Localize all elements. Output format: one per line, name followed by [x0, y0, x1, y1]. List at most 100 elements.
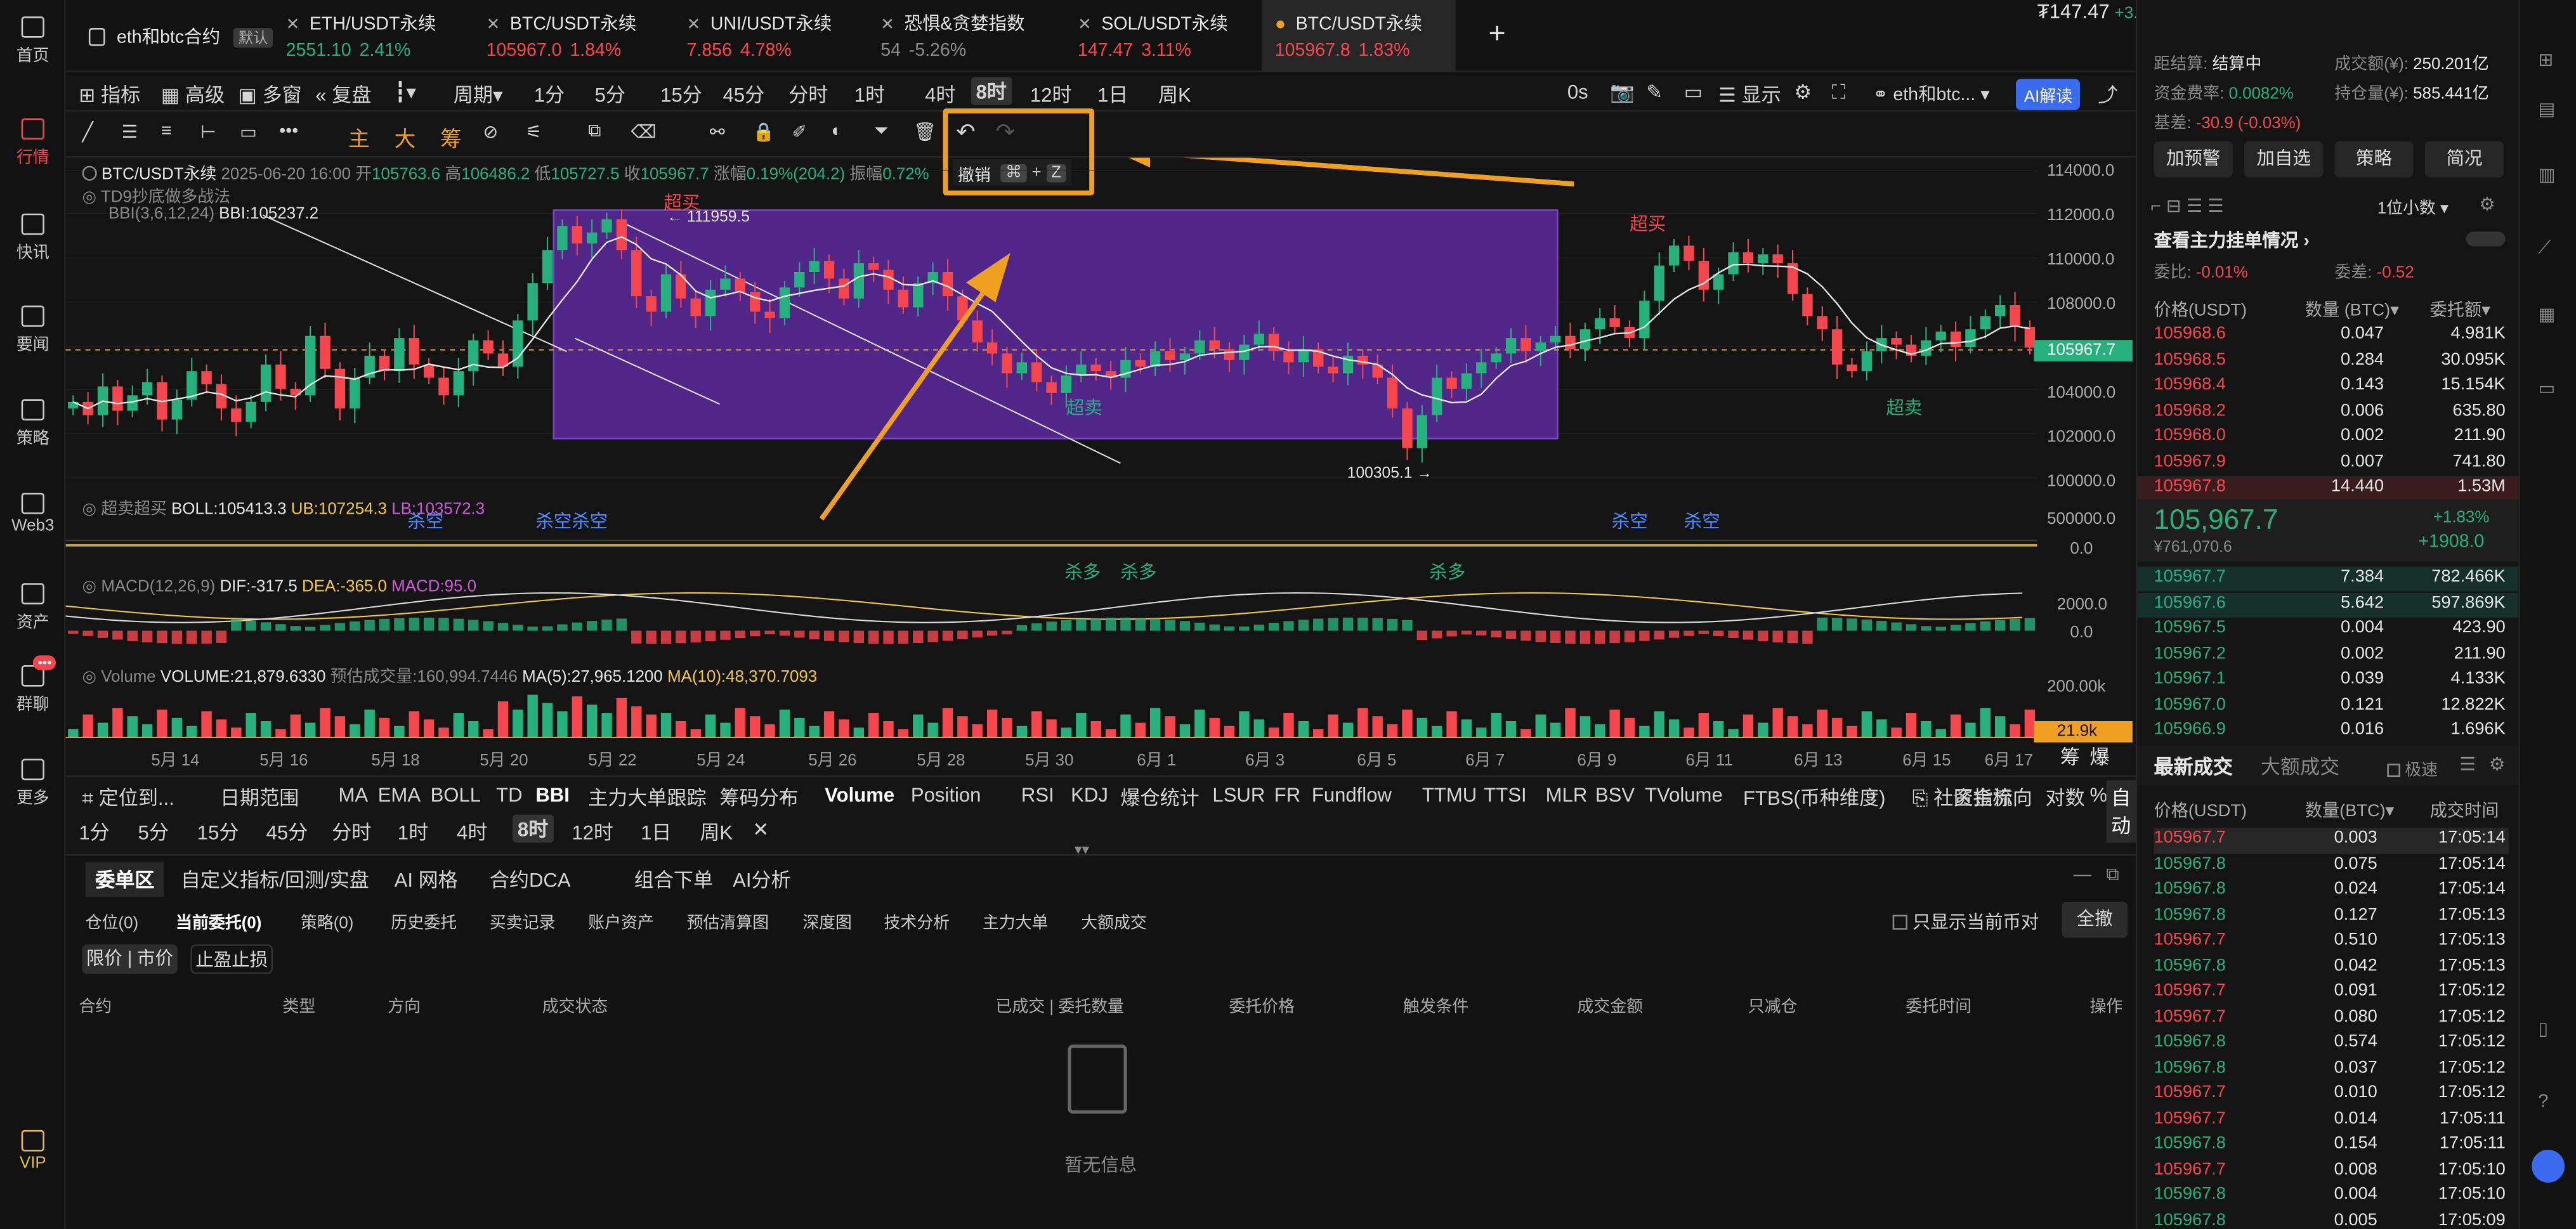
indicator-EMA[interactable]: EMA — [378, 783, 421, 806]
tab-latest-trades[interactable]: 最新成交 — [2154, 752, 2232, 780]
big-order-toggle[interactable]: 大 — [395, 122, 416, 153]
ask-row[interactable]: 105968.4 0.143 15.154K — [2154, 375, 2508, 400]
bottom-subtab-4[interactable]: 买卖记录 — [490, 908, 556, 933]
trades-settings-icon[interactable]: ⚙ — [2489, 754, 2506, 775]
close-icon[interactable]: ✕ — [286, 16, 300, 34]
bottom-subtab-8[interactable]: 技术分析 — [884, 908, 950, 933]
bottom-subtab-9[interactable]: 主力大单 — [983, 908, 1049, 933]
add-tab-button[interactable]: + — [1489, 16, 1506, 51]
cancel-all-button[interactable]: 全撤 — [2062, 901, 2128, 938]
tab-symbol-4[interactable]: ✕ 恐惧&贪婪指数 54 -5.26% — [868, 0, 1062, 72]
right-button-1[interactable]: 加自选 — [2244, 141, 2324, 178]
period2-5[interactable]: 1时 — [398, 818, 428, 846]
card-icon[interactable]: ▭ — [2539, 378, 2556, 399]
indicator-主力大单跟踪[interactable]: 主力大单跟踪 — [588, 783, 707, 811]
grid-icon[interactable]: ⊞ — [2539, 49, 2554, 70]
bottom-subtab-7[interactable]: 深度图 — [802, 908, 852, 933]
rect-tool-icon[interactable]: ▭ — [240, 122, 257, 143]
bid-row[interactable]: 105967.5 0.004 423.90 — [2154, 618, 2508, 643]
bid-row[interactable]: 105967.1 0.039 4.133K — [2154, 668, 2508, 694]
period-9[interactable]: 1日 — [1097, 81, 1128, 108]
period2-10[interactable]: 周K — [700, 818, 733, 846]
nav-chat[interactable]: 群聊 ••• — [0, 655, 66, 715]
period2-close-icon[interactable]: ✕ — [752, 818, 769, 841]
fast-mode-toggle[interactable]: 极速 — [2387, 755, 2438, 780]
minimize-icon[interactable]: — — [2074, 866, 2091, 885]
ob-settings-icon[interactable]: ⚙ — [2479, 194, 2495, 215]
ray-tool-icon[interactable]: ⊢ — [200, 122, 216, 143]
tab-large-trades[interactable]: 大额成交 — [2261, 752, 2339, 780]
tab-symbol-3[interactable]: ✕ UNI/USDT永续 7.856 4.78% — [674, 0, 868, 72]
ai-interpret-button[interactable]: AI解读 — [2015, 79, 2081, 110]
period2-3[interactable]: 45分 — [266, 818, 308, 846]
bottom-subtab-0[interactable]: 仓位(0) — [86, 908, 138, 933]
channel-tool-icon[interactable]: ≡ — [161, 122, 172, 141]
panel-icon[interactable]: ▥ — [2539, 164, 2556, 186]
nav-news[interactable]: 要闻 — [0, 305, 66, 354]
price-axis[interactable]: 114000.0112000.0110000.0108000.0106000.0… — [2037, 158, 2136, 772]
indicator2-12[interactable]: TVolume — [1645, 783, 1723, 806]
indicator-TD[interactable]: TD — [496, 783, 522, 806]
main-orders-link[interactable]: 查看主力挂单情况 › — [2154, 226, 2309, 252]
nav-web3[interactable]: Web3 — [0, 493, 66, 535]
nav-home[interactable]: 首页 — [0, 16, 66, 66]
bid-row[interactable]: 105967.2 0.002 211.90 — [2154, 643, 2508, 668]
period2-4[interactable]: 分时 — [332, 818, 371, 846]
period-4[interactable]: 分时 — [788, 81, 828, 108]
period2-7[interactable]: 8时 — [513, 814, 554, 843]
fullscreen-icon[interactable]: ⛶ — [1832, 81, 1846, 105]
nav-market-chart[interactable]: 行情 — [0, 118, 66, 167]
ask-row[interactable]: 105968.2 0.006 635.80 — [2154, 400, 2508, 426]
indicator2-8[interactable]: TTMU — [1422, 783, 1477, 806]
indicator2-scroll-right[interactable]: › — [1869, 783, 1876, 806]
calc-icon[interactable]: ▦ — [2539, 304, 2556, 325]
bottom-subtab-5[interactable]: 账户资产 — [588, 908, 654, 933]
bottom-subtab-6[interactable]: 预估清算图 — [687, 908, 769, 933]
trades-list-icon[interactable]: ☰ — [2459, 754, 2476, 775]
date-range-button[interactable]: 日期范围 — [220, 783, 299, 811]
indicator2-11[interactable]: BSV — [1595, 783, 1635, 806]
tab-symbol-1[interactable]: ✕ ETH/USDT永续 2551.10 2.41% — [273, 0, 467, 72]
camera-icon[interactable]: 📷 — [1610, 81, 1635, 103]
ruler-icon[interactable]: ⚟ — [526, 122, 542, 143]
indicator-scroll-right[interactable]: › — [782, 783, 788, 806]
close-icon[interactable]: ✕ — [687, 16, 701, 34]
main-indicator-toggle[interactable]: 主 — [348, 122, 370, 153]
book-icon[interactable]: ▯ — [2539, 1018, 2549, 1039]
ask-row[interactable]: 105968.5 0.284 30.095K — [2154, 349, 2508, 374]
bottom-subtab-2[interactable]: 策略(0) — [301, 908, 353, 933]
period2-6[interactable]: 4时 — [457, 818, 487, 846]
period-8[interactable]: 12时 — [1030, 81, 1072, 108]
bottom-tab-4[interactable]: 组合下单 — [634, 866, 713, 894]
bottom-tab-5[interactable]: AI分析 — [733, 866, 791, 894]
limit-market-tab[interactable]: 限价 | 市价 — [82, 944, 178, 974]
decimals-dropdown[interactable]: 1位小数 ▾ — [2377, 194, 2449, 218]
right-button-0[interactable]: 加预警 — [2154, 141, 2233, 178]
ob-col-qty[interactable]: 数量 (BTC)▾ — [2305, 297, 2399, 322]
bottom-tab-1[interactable]: 自定义指标/回测/实盘 — [181, 866, 369, 894]
bid-row[interactable]: 105967.7 7.384 782.466K — [2137, 566, 2521, 592]
period-dropdown[interactable]: 周期▾ — [454, 81, 503, 108]
indicator2-3[interactable]: KDJ — [1071, 783, 1108, 806]
trash-icon[interactable]: 🗑 — [913, 122, 936, 143]
advanced-button[interactable]: ▦ 高级 — [161, 81, 225, 108]
ob-view-icons[interactable]: ⌐ ⊟ ☰ ☰ — [2150, 195, 2223, 217]
node-icon[interactable]: ⚯ — [710, 122, 725, 143]
ask-row[interactable]: 105967.8 14.440 1.53M — [2137, 476, 2521, 502]
lock-icon[interactable]: 🔒 — [752, 122, 775, 143]
community-indicator-button[interactable]: ⎘ 社区指标 — [1912, 783, 2013, 811]
bottom-subtab-10[interactable]: 大额成交 — [1081, 908, 1147, 933]
indicator2-4[interactable]: 爆仓统计 — [1120, 783, 1199, 811]
nav-grid-more[interactable]: 更多 — [0, 758, 66, 808]
close-icon[interactable]: ✕ — [1078, 16, 1092, 34]
bottom-subtab-3[interactable]: 历史委托 — [391, 908, 457, 933]
indicator2-13[interactable]: FTBS(币种维度) — [1743, 783, 1885, 811]
chart-type-button[interactable]: ┇▾ — [395, 81, 416, 103]
indicator2-7[interactable]: Fundflow — [1312, 783, 1392, 806]
period-6[interactable]: 4时 — [925, 81, 955, 108]
period2-8[interactable]: 12时 — [572, 818, 613, 846]
percent-toggle[interactable]: % — [2089, 783, 2107, 806]
indicator-BOLL[interactable]: BOLL — [431, 783, 481, 806]
tab-symbol-5[interactable]: ✕ SOL/USDT永续 147.47 3.11% — [1064, 0, 1259, 72]
period-10[interactable]: 周K — [1158, 81, 1191, 108]
